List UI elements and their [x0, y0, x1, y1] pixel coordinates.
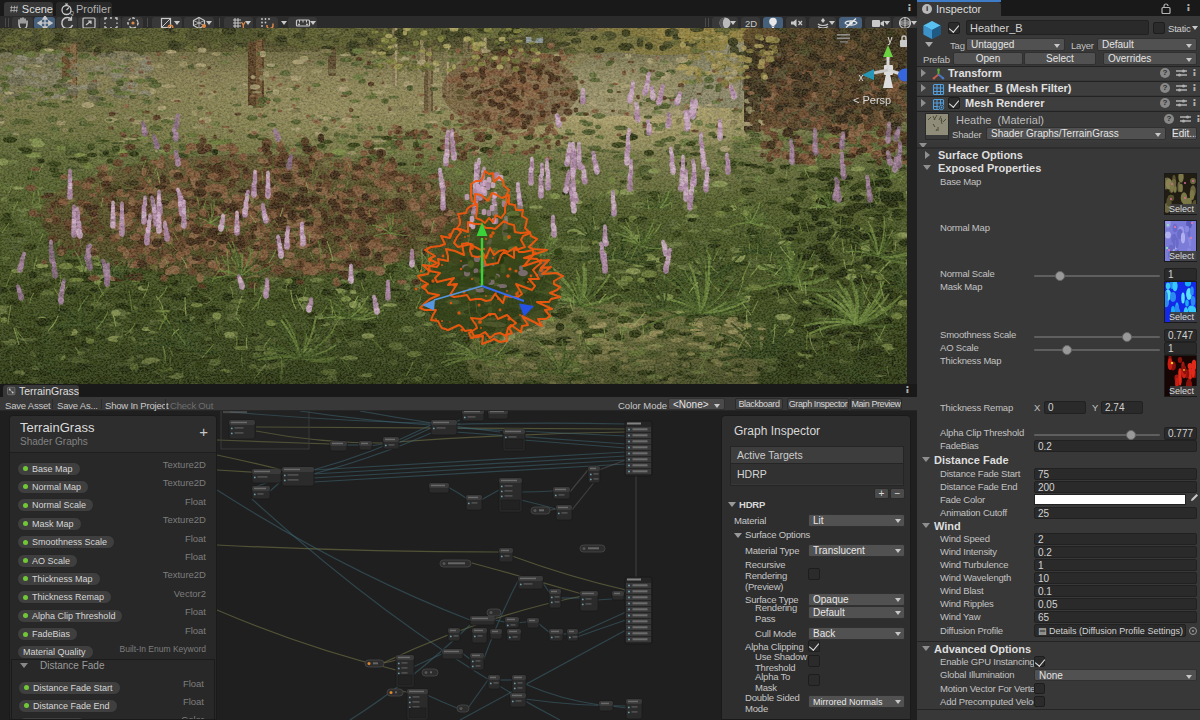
svg-text:Select: Select: [1169, 204, 1195, 214]
svg-text:Select: Select: [1169, 312, 1195, 322]
svg-text:Select: Select: [1169, 251, 1195, 261]
svg-text:Select: Select: [1169, 386, 1195, 396]
svg-text:y: y: [888, 34, 893, 45]
svg-text:x: x: [859, 72, 864, 83]
svg-text:2D: 2D: [744, 18, 756, 29]
svg-text:< Persp: < Persp: [853, 94, 891, 106]
